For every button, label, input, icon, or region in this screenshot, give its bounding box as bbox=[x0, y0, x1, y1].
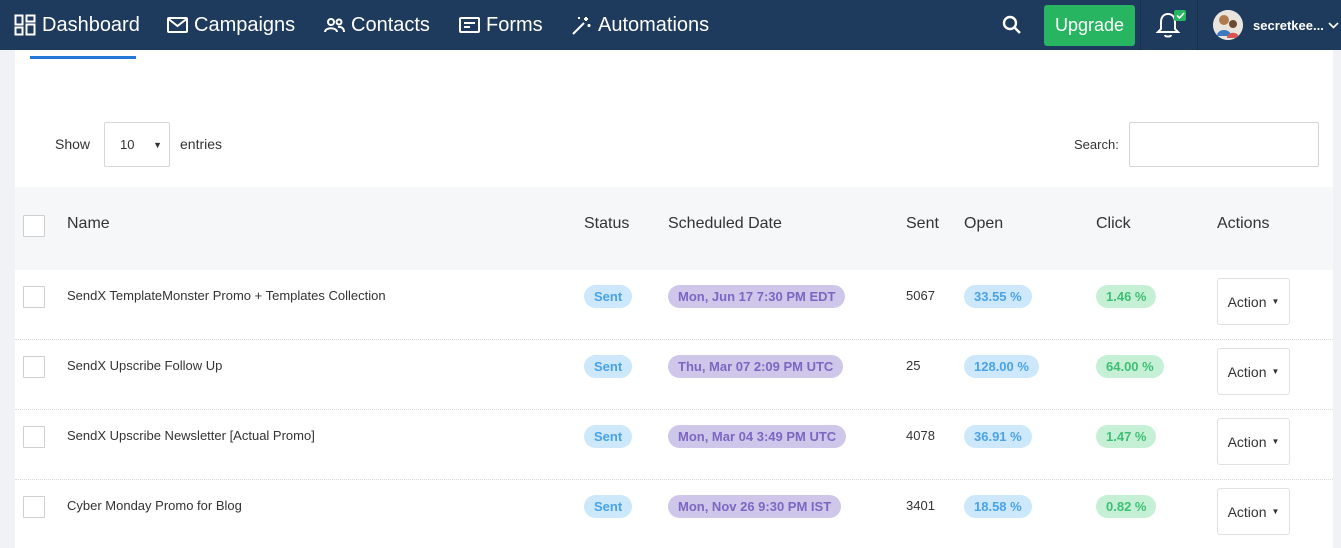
scheduled-date-badge: Mon, Nov 26 9:30 PM IST bbox=[668, 495, 842, 518]
search-input[interactable] bbox=[1129, 122, 1319, 167]
avatar bbox=[1213, 10, 1243, 40]
click-rate-badge: 1.47 % bbox=[1096, 425, 1157, 448]
open-rate-badge: 18.58 % bbox=[964, 495, 1032, 518]
scheduled-date-badge: Thu, Mar 07 2:09 PM UTC bbox=[668, 355, 844, 378]
header-name[interactable]: Name bbox=[67, 215, 110, 233]
dashboard-icon bbox=[14, 14, 36, 36]
nav-automations[interactable]: Automations bbox=[571, 0, 709, 50]
entries-per-page-select[interactable]: 10 ▼ bbox=[104, 122, 170, 167]
status-badge: Sent bbox=[584, 495, 633, 518]
header-actions: Actions bbox=[1217, 215, 1270, 232]
nav-campaigns[interactable]: Campaigns bbox=[167, 0, 295, 50]
search-icon[interactable] bbox=[1000, 13, 1024, 37]
nav-campaigns-label: Campaigns bbox=[194, 13, 296, 36]
row-checkbox[interactable] bbox=[23, 286, 45, 308]
campaign-name[interactable]: SendX TemplateMonster Promo + Templates … bbox=[67, 288, 386, 303]
action-dropdown-button[interactable]: Action ▼ bbox=[1217, 348, 1290, 395]
row-checkbox[interactable] bbox=[23, 496, 45, 518]
search-label: Search: bbox=[1074, 137, 1119, 152]
open-rate-badge: 36.91 % bbox=[964, 425, 1032, 448]
nav-forms-label: Forms bbox=[486, 13, 543, 36]
caret-down-icon: ▼ bbox=[1271, 297, 1280, 306]
row-checkbox[interactable] bbox=[23, 426, 45, 448]
action-dropdown-button[interactable]: Action ▼ bbox=[1217, 278, 1290, 325]
click-rate-badge: 1.46 % bbox=[1096, 285, 1157, 308]
chevron-down-icon bbox=[1328, 21, 1339, 29]
nav-divider bbox=[1140, 0, 1141, 50]
users-icon bbox=[324, 17, 345, 33]
action-dropdown-button[interactable]: Action ▼ bbox=[1217, 418, 1290, 465]
table-row: SendX TemplateMonster Promo + Templates … bbox=[15, 270, 1333, 340]
select-all-checkbox[interactable] bbox=[23, 215, 45, 237]
sent-count: 3401 bbox=[906, 498, 935, 513]
nav-contacts-label: Contacts bbox=[351, 13, 430, 36]
status-badge: Sent bbox=[584, 285, 633, 308]
status-badge: Sent bbox=[584, 355, 633, 378]
magic-wand-icon bbox=[571, 15, 592, 36]
sent-count: 4078 bbox=[906, 428, 935, 443]
action-label: Action bbox=[1227, 503, 1267, 520]
nav-forms[interactable]: Forms bbox=[459, 0, 543, 50]
mail-icon bbox=[167, 17, 188, 33]
click-rate-badge: 0.82 % bbox=[1096, 495, 1157, 518]
caret-down-icon: ▼ bbox=[1271, 437, 1280, 446]
header-scheduled-date[interactable]: Scheduled Date bbox=[668, 215, 782, 233]
click-rate-badge: 64.00 % bbox=[1096, 355, 1164, 378]
action-label: Action bbox=[1227, 433, 1267, 450]
campaign-name[interactable]: SendX Upscribe Follow Up bbox=[67, 358, 222, 373]
row-checkbox[interactable] bbox=[23, 356, 45, 378]
header-status[interactable]: Status bbox=[584, 215, 629, 233]
scheduled-date-badge: Mon, Jun 17 7:30 PM EDT bbox=[668, 285, 846, 308]
action-dropdown-button[interactable]: Action ▼ bbox=[1217, 488, 1290, 535]
header-sent[interactable]: Sent bbox=[906, 215, 939, 233]
nav-automations-label: Automations bbox=[598, 13, 710, 36]
caret-down-icon: ▼ bbox=[1271, 507, 1280, 516]
entries-label: entries bbox=[180, 136, 223, 152]
action-label: Action bbox=[1227, 363, 1267, 380]
caret-down-icon: ▼ bbox=[153, 140, 162, 150]
caret-down-icon: ▼ bbox=[1271, 367, 1280, 376]
username-label: secretkee... bbox=[1253, 17, 1324, 33]
nav-dashboard-label: Dashboard bbox=[42, 13, 140, 36]
open-rate-badge: 33.55 % bbox=[964, 285, 1032, 308]
status-badge: Sent bbox=[584, 425, 633, 448]
header-click[interactable]: Click bbox=[1096, 215, 1131, 233]
entries-select-value: 10 bbox=[120, 137, 135, 152]
user-menu[interactable]: secretkee... bbox=[1213, 8, 1339, 42]
table-row: SendX Upscribe Follow Up Sent Thu, Mar 0… bbox=[15, 340, 1333, 410]
table-row: SendX Upscribe Newsletter [Actual Promo]… bbox=[15, 410, 1333, 480]
table-header: Name Status Scheduled Date Sent Open Cli… bbox=[15, 187, 1333, 270]
nav-contacts[interactable]: Contacts bbox=[324, 0, 430, 50]
nav-divider bbox=[1197, 0, 1198, 50]
sent-count: 25 bbox=[906, 358, 921, 373]
sent-count: 5067 bbox=[906, 288, 935, 303]
notification-badge bbox=[1174, 10, 1186, 21]
scheduled-date-badge: Mon, Mar 04 3:49 PM UTC bbox=[668, 425, 847, 448]
show-label: Show bbox=[55, 136, 91, 152]
upgrade-button[interactable]: Upgrade bbox=[1044, 5, 1135, 46]
action-label: Action bbox=[1227, 293, 1267, 310]
top-navbar: Dashboard Campaigns Contacts Forms Autom… bbox=[0, 0, 1341, 50]
campaign-name[interactable]: Cyber Monday Promo for Blog bbox=[67, 498, 242, 513]
header-open[interactable]: Open bbox=[964, 215, 1003, 233]
open-rate-badge: 128.00 % bbox=[964, 355, 1039, 378]
nav-dashboard[interactable]: Dashboard bbox=[14, 0, 140, 50]
table-row: Cyber Monday Promo for Blog Sent Mon, No… bbox=[15, 480, 1333, 548]
active-tab-indicator bbox=[30, 56, 136, 59]
campaign-name[interactable]: SendX Upscribe Newsletter [Actual Promo] bbox=[67, 428, 315, 443]
form-icon bbox=[459, 17, 480, 33]
